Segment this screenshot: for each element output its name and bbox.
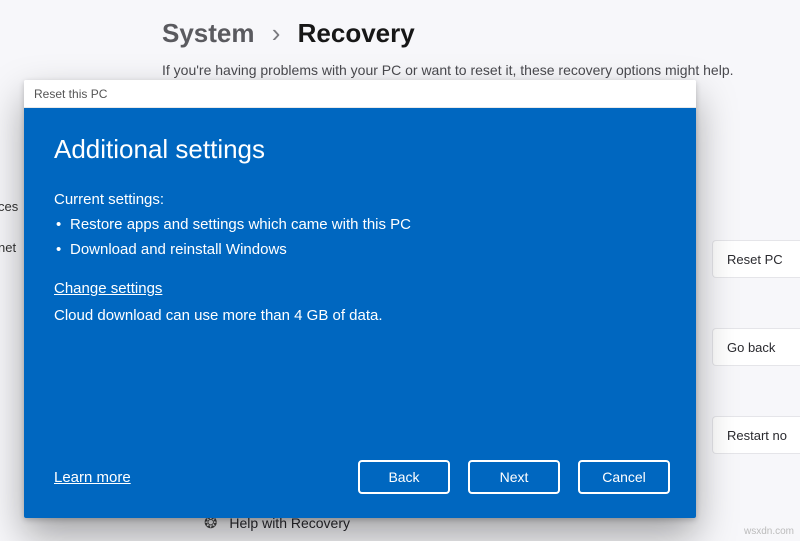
current-settings-list: Restore apps and settings which came wit… xyxy=(54,216,666,266)
sidebar-item-fragment[interactable]: net xyxy=(0,240,16,255)
change-settings-link[interactable]: Change settings xyxy=(54,280,666,297)
back-button[interactable]: Back xyxy=(358,460,450,494)
dialog-window-title: Reset this PC xyxy=(34,87,107,101)
setting-item: Download and reinstall Windows xyxy=(54,241,666,258)
restart-now-button[interactable]: Restart no xyxy=(712,416,800,454)
current-settings-label: Current settings: xyxy=(54,191,666,208)
chevron-right-icon: › xyxy=(272,18,281,48)
watermark: wsxdn.com xyxy=(744,526,794,537)
go-back-button[interactable]: Go back xyxy=(712,328,800,366)
page-description: If you're having problems with your PC o… xyxy=(162,62,734,78)
learn-more-link[interactable]: Learn more xyxy=(54,469,131,486)
dialog-heading: Additional settings xyxy=(54,134,666,165)
dialog-footer: Learn more Back Next Cancel xyxy=(24,460,696,518)
dialog-button-row: Back Next Cancel xyxy=(358,460,670,494)
breadcrumb: System › Recovery xyxy=(162,18,415,49)
dialog-titlebar: Reset this PC xyxy=(24,80,696,108)
reset-this-pc-dialog: Reset this PC Additional settings Curren… xyxy=(24,80,696,518)
reset-pc-button[interactable]: Reset PC xyxy=(712,240,800,278)
recovery-actions-panel: Reset PC Go back Restart no xyxy=(712,240,800,450)
breadcrumb-current: Recovery xyxy=(298,18,415,48)
setting-item: Restore apps and settings which came wit… xyxy=(54,216,666,233)
breadcrumb-parent[interactable]: System xyxy=(162,18,255,48)
next-button[interactable]: Next xyxy=(468,460,560,494)
cloud-download-note: Cloud download can use more than 4 GB of… xyxy=(54,307,666,324)
sidebar-item-fragment[interactable]: ces xyxy=(0,199,18,214)
dialog-body: Additional settings Current settings: Re… xyxy=(24,108,696,518)
cancel-button[interactable]: Cancel xyxy=(578,460,670,494)
